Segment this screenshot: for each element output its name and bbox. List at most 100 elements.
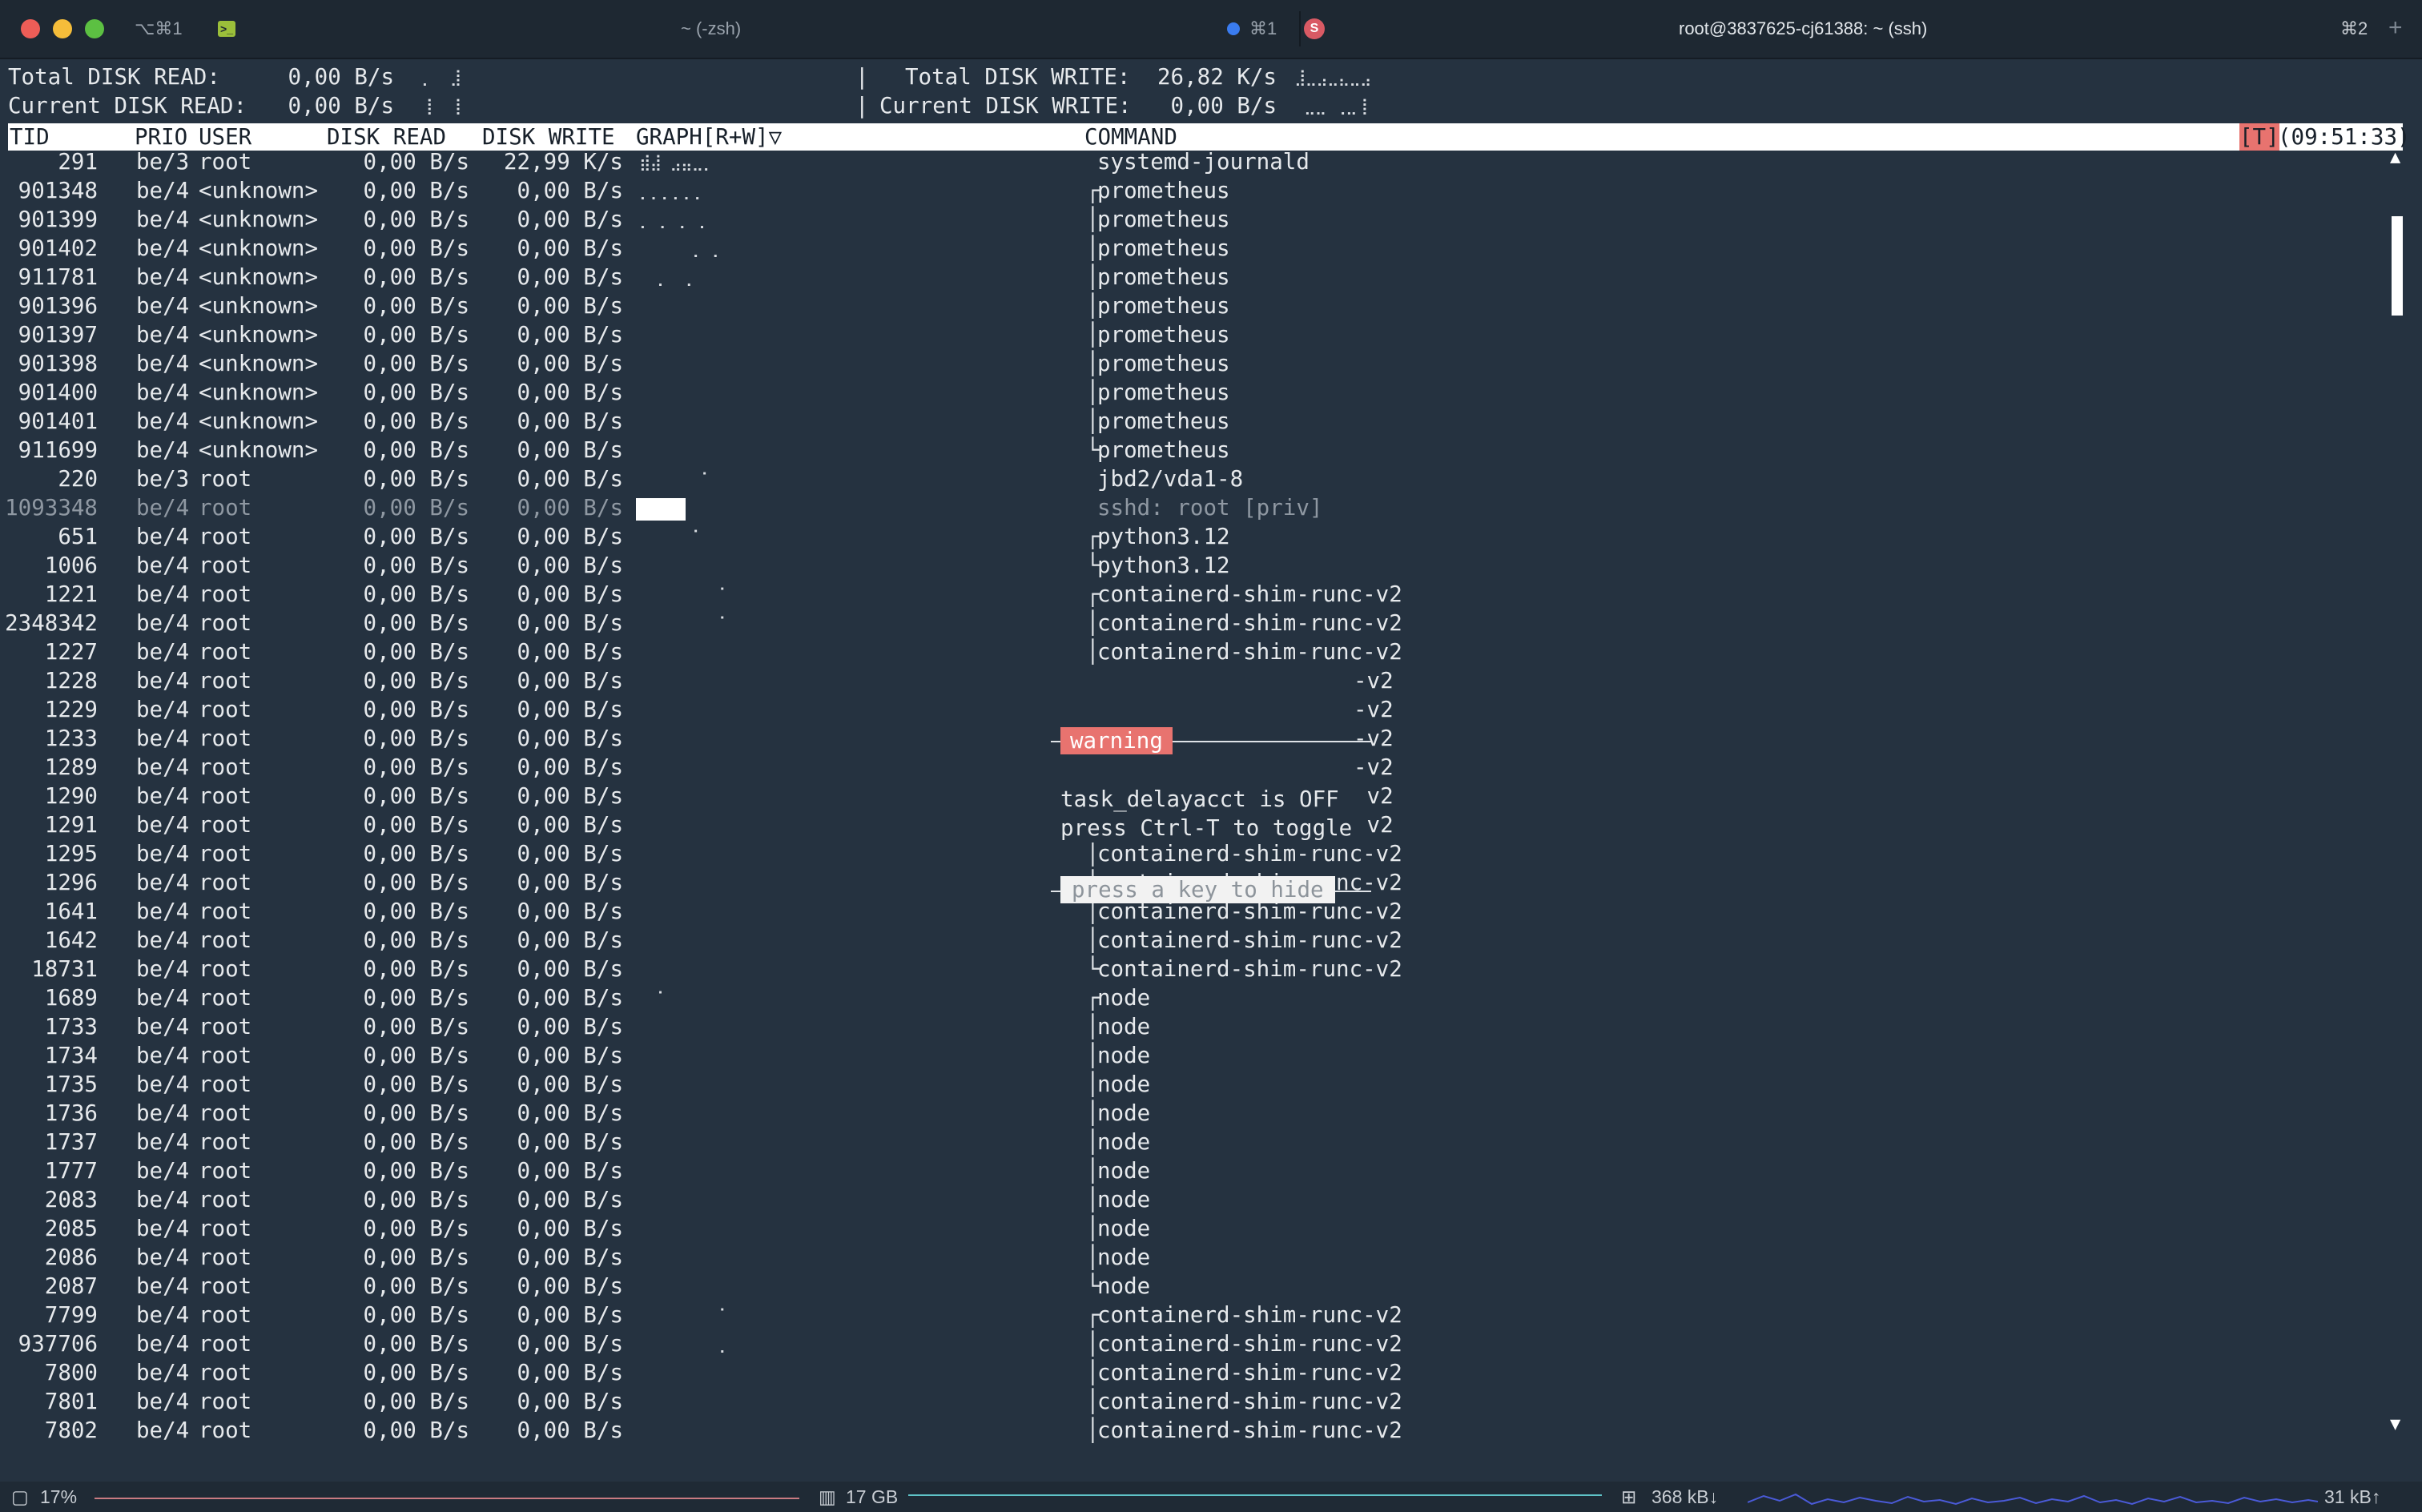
process-row[interactable]: 2086 be/4 root 0,00 B/s 0,00 B/s │ node: [0, 1243, 2387, 1272]
row-disk-read: 0,00 B/s: [363, 437, 469, 463]
row-disk-write: 0,00 B/s: [517, 1389, 623, 1414]
row-disk-write: 0,00 B/s: [517, 1014, 623, 1040]
tab-ssh[interactable]: S root@3837625-cj61388: ~ (ssh) ⌘2: [1302, 0, 2374, 58]
col-user[interactable]: USER: [199, 123, 251, 151]
row-command: node: [1097, 1187, 1151, 1212]
process-row[interactable]: 911699 be/4 <unknown> 0,00 B/s 0,00 B/s └ prom…: [0, 436, 2387, 464]
col-disk-write[interactable]: DISK WRITE: [482, 123, 615, 151]
process-row[interactable]: 1233 be/4 root 0,00 B/s 0,00 B/s -v2: [0, 724, 2387, 753]
process-row[interactable]: 1093348 be/4 root 0,00 B/s 0,00 B/s sshd: roo…: [0, 493, 2387, 522]
process-row[interactable]: 901398 be/4 <unknown> 0,00 B/s 0,00 B/s │ prom…: [0, 349, 2387, 378]
row-command: containerd-shim-runc-v2: [1097, 1331, 1402, 1357]
row-user: <unknown>: [199, 178, 319, 203]
process-row[interactable]: 1734 be/4 root 0,00 B/s 0,00 B/s │ node: [0, 1041, 2387, 1070]
row-disk-write: 0,00 B/s: [517, 985, 623, 1011]
row-disk-read: 0,00 B/s: [363, 524, 469, 549]
row-disk-read: 0,00 B/s: [363, 351, 469, 376]
process-row[interactable]: 1227 be/4 root 0,00 B/s 0,00 B/s │ containerd-…: [0, 637, 2387, 666]
process-row[interactable]: 7799 be/4 root 0,00 B/s 0,00 B/s ⠁ ┌ container…: [0, 1301, 2387, 1329]
col-disk-read[interactable]: DISK READ: [327, 123, 446, 151]
process-row[interactable]: 901397 be/4 <unknown> 0,00 B/s 0,00 B/s │ prom…: [0, 320, 2387, 349]
row-prio: be/4: [136, 322, 190, 348]
row-disk-write: 0,00 B/s: [517, 899, 623, 924]
process-row[interactable]: 2085 be/4 root 0,00 B/s 0,00 B/s │ node: [0, 1214, 2387, 1243]
row-tid: 2087: [44, 1273, 98, 1299]
row-disk-read: 0,00 B/s: [363, 1302, 469, 1328]
process-row[interactable]: 2087 be/4 root 0,00 B/s 0,00 B/s └ node: [0, 1272, 2387, 1301]
process-row[interactable]: 7800 be/4 root 0,00 B/s 0,00 B/s │ containerd-…: [0, 1358, 2387, 1387]
process-row[interactable]: 1736 be/4 root 0,00 B/s 0,00 B/s │ node: [0, 1099, 2387, 1128]
process-row[interactable]: 2083 be/4 root 0,00 B/s 0,00 B/s │ node: [0, 1185, 2387, 1214]
process-row[interactable]: 1733 be/4 root 0,00 B/s 0,00 B/s │ node: [0, 1012, 2387, 1041]
process-row[interactable]: 7802 be/4 root 0,00 B/s 0,00 B/s │ containerd-…: [0, 1416, 2387, 1445]
scrollbar-thumb[interactable]: [2392, 216, 2403, 316]
minimize-window-button[interactable]: [53, 19, 72, 38]
new-tab-button[interactable]: +: [2388, 14, 2403, 42]
row-disk-write: 0,00 B/s: [517, 1187, 623, 1212]
process-row[interactable]: 1229 be/4 root 0,00 B/s 0,00 B/s -v2: [0, 695, 2387, 724]
process-row[interactable]: 901402 be/4 <unknown> 0,00 B/s 0,00 B/s ⡀ ⡀ │…: [0, 234, 2387, 263]
process-row[interactable]: 7801 be/4 root 0,00 B/s 0,00 B/s │ containerd-…: [0, 1387, 2387, 1416]
row-prio: be/4: [136, 1331, 190, 1357]
row-tid: 2083: [44, 1187, 98, 1212]
row-command: node: [1097, 1245, 1151, 1270]
process-row[interactable]: 1295 be/4 root 0,00 B/s 0,00 B/s │ containerd-…: [0, 839, 2387, 868]
process-row[interactable]: 901400 be/4 <unknown> 0,00 B/s 0,00 B/s │ prom…: [0, 378, 2387, 407]
row-command: node: [1097, 1072, 1151, 1097]
process-row[interactable]: 1228 be/4 root 0,00 B/s 0,00 B/s -v2: [0, 666, 2387, 695]
process-row[interactable]: 651 be/4 root 0,00 B/s 0,00 B/s ⠁ ┌ python3.12: [0, 522, 2387, 551]
col-command[interactable]: COMMAND: [1084, 123, 1177, 151]
process-row[interactable]: 2348342 be/4 root 0,00 B/s 0,00 B/s ⠁ │ contai…: [0, 609, 2387, 637]
process-row[interactable]: 901401 be/4 <unknown> 0,00 B/s 0,00 B/s │ prom…: [0, 407, 2387, 436]
row-tid: 1221: [44, 581, 98, 607]
row-disk-read: 0,00 B/s: [363, 1245, 469, 1270]
row-disk-write: 0,00 B/s: [517, 927, 623, 953]
process-row[interactable]: 901396 be/4 <unknown> 0,00 B/s 0,00 B/s │ prom…: [0, 292, 2387, 320]
process-row[interactable]: 291 be/3 root 0,00 B/s 22,99 K/s ⣾⣼ ⣠⣤⣀⡀ syste…: [0, 147, 2387, 176]
row-prio: be/4: [136, 639, 190, 665]
process-row[interactable]: 1777 be/4 root 0,00 B/s 0,00 B/s │ node: [0, 1156, 2387, 1185]
process-row[interactable]: 1006 be/4 root 0,00 B/s 0,00 B/s └ python3.12: [0, 551, 2387, 580]
process-row[interactable]: 937706 be/4 root 0,00 B/s 0,00 B/s ⡀ │ contain…: [0, 1329, 2387, 1358]
row-user: root: [199, 581, 252, 607]
warning-line-1: task_delayacct is OFF: [1060, 785, 1365, 814]
row-disk-read: 0,00 B/s: [363, 956, 469, 982]
row-prio: be/4: [136, 927, 190, 953]
col-tid[interactable]: TID: [10, 123, 50, 151]
process-row[interactable]: 1642 be/4 root 0,00 B/s 0,00 B/s │ containerd-…: [0, 926, 2387, 955]
tab-zsh[interactable]: ⌥⌘1 >_ ~ (-zsh) ⌘1: [120, 0, 1298, 58]
process-row[interactable]: 1737 be/4 root 0,00 B/s 0,00 B/s │ node: [0, 1128, 2387, 1156]
process-row[interactable]: 901348 be/4 <unknown> 0,00 B/s 0,00 B/s ⡀⡀⡀⡀⡀…: [0, 176, 2387, 205]
row-disk-read: 0,00 B/s: [363, 610, 469, 636]
col-graph[interactable]: GRAPH[R+W]▽: [636, 123, 782, 151]
process-row[interactable]: 1689 be/4 root 0,00 B/s 0,00 B/s ⠁ ┌ node: [0, 983, 2387, 1012]
close-window-button[interactable]: [21, 19, 40, 38]
zoom-window-button[interactable]: [85, 19, 104, 38]
cpu-icon: ▢: [11, 1486, 29, 1507]
col-prio[interactable]: PRIO: [135, 123, 187, 151]
row-tid: 911781: [18, 264, 98, 290]
row-tid: 901396: [18, 293, 98, 319]
row-user: root: [199, 726, 252, 751]
process-row[interactable]: 911781 be/4 <unknown> 0,00 B/s 0,00 B/s ⡀ ⡀ │…: [0, 263, 2387, 292]
scroll-up-arrow-icon[interactable]: ▲: [2390, 147, 2400, 167]
row-user: root: [199, 495, 252, 521]
row-user: root: [199, 610, 252, 636]
tab-shortcut: ⌥⌘1: [135, 18, 183, 38]
row-prio: be/4: [136, 1245, 190, 1270]
row-disk-read: 0,00 B/s: [363, 870, 469, 895]
process-row[interactable]: 1735 be/4 root 0,00 B/s 0,00 B/s │ node: [0, 1070, 2387, 1099]
process-row[interactable]: 1221 be/4 root 0,00 B/s 0,00 B/s ⠁ ┌ container…: [0, 580, 2387, 609]
process-row[interactable]: 18731 be/4 root 0,00 B/s 0,00 B/s └ containerd…: [0, 955, 2387, 983]
process-row[interactable]: 901399 be/4 <unknown> 0,00 B/s 0,00 B/s ⡀ ⡀ ⡀…: [0, 205, 2387, 234]
row-tid: 220: [58, 466, 98, 492]
terminal-pane[interactable]: Total DISK READ: 0,00 B/s ⡀ ⣸ | Total DI…: [0, 59, 2422, 1482]
row-command: node: [1097, 985, 1151, 1011]
row-tid: 7802: [44, 1418, 98, 1443]
row-user: <unknown>: [199, 264, 319, 290]
process-row[interactable]: 1289 be/4 root 0,00 B/s 0,00 B/s -v2: [0, 753, 2387, 782]
hide-hint[interactable]: press a key to hide: [1060, 876, 1335, 903]
scroll-down-arrow-icon[interactable]: ▼: [2390, 1414, 2400, 1434]
row-disk-write: 0,00 B/s: [517, 553, 623, 578]
process-row[interactable]: 220 be/3 root 0,00 B/s 0,00 B/s ⠁ jbd2/vda1-8: [0, 464, 2387, 493]
